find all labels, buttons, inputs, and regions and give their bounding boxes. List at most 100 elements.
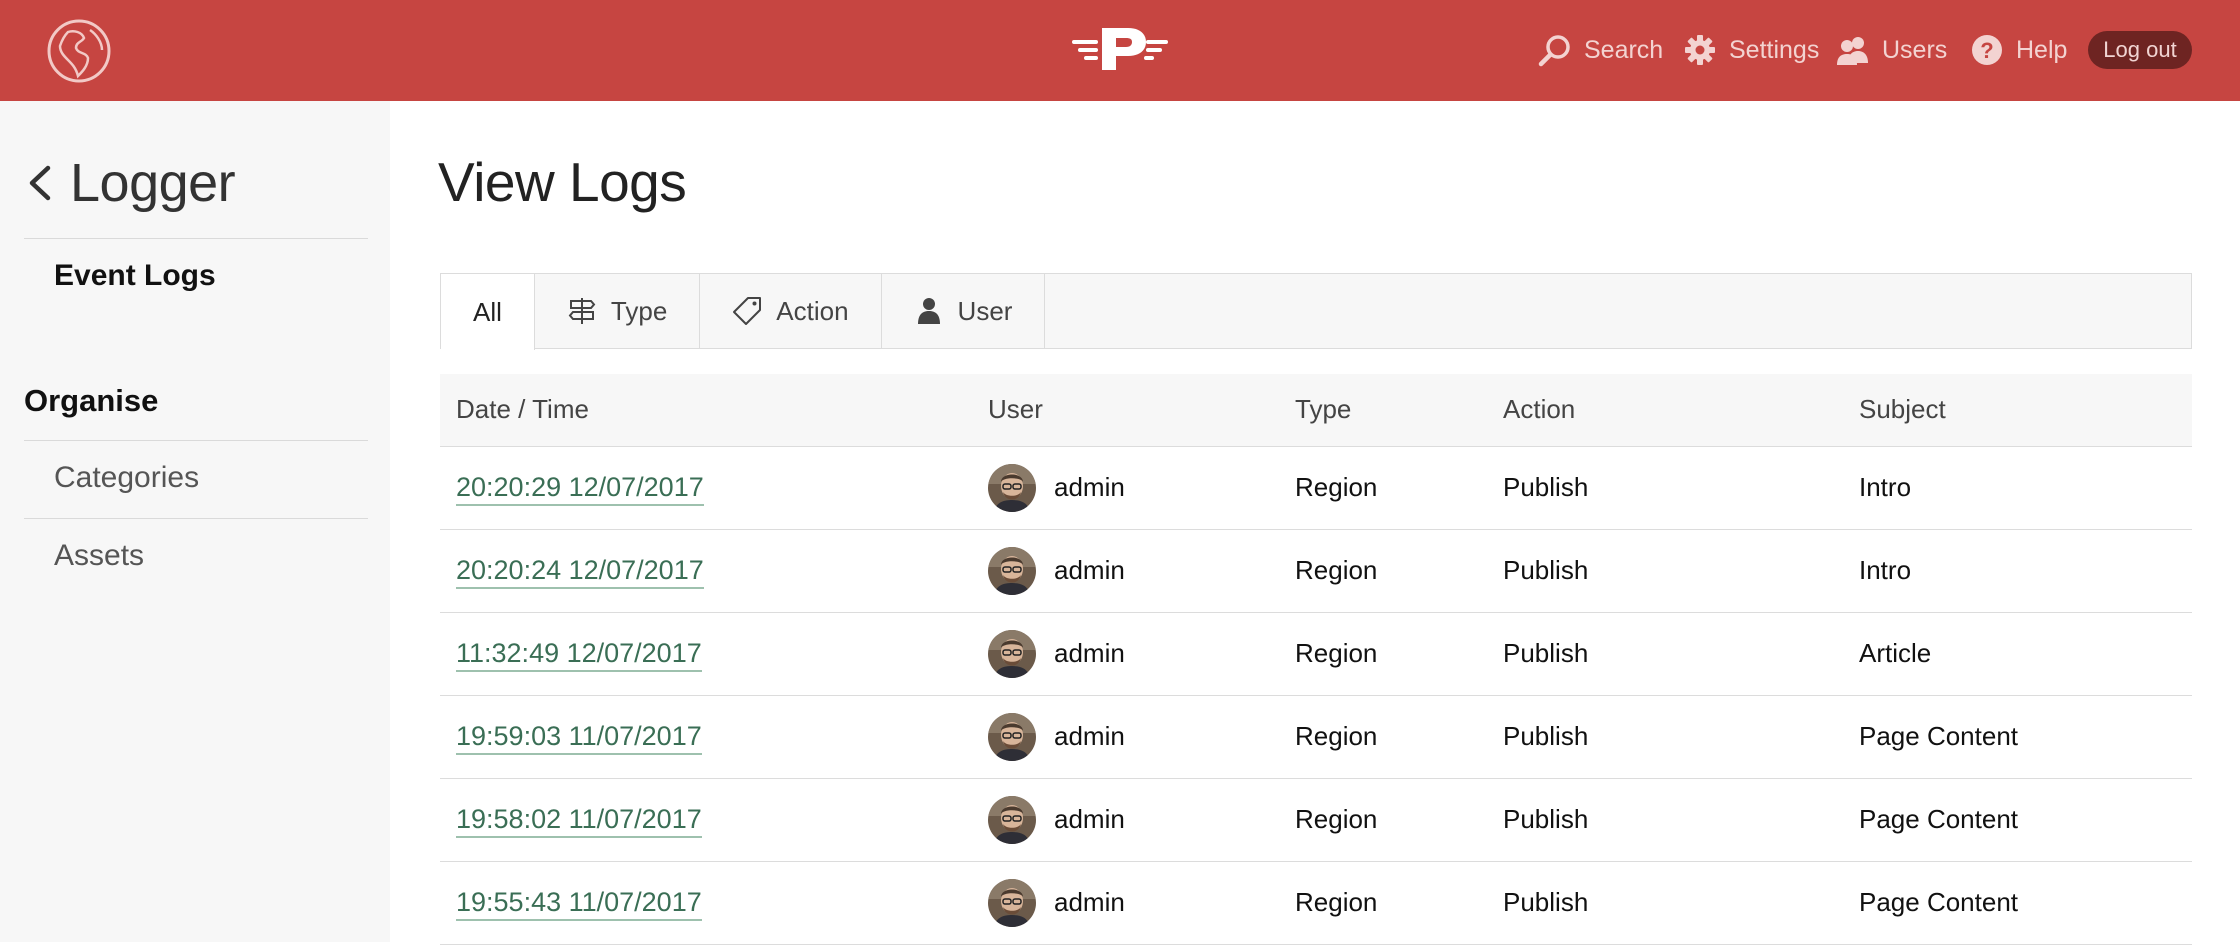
tab-type[interactable]: Type: [535, 274, 701, 348]
search-icon: [1538, 35, 1570, 67]
cell-action: Publish: [1487, 695, 1843, 779]
sidebar: Logger Event Logs Organise Categories As…: [0, 101, 390, 942]
globe-icon[interactable]: [46, 18, 112, 84]
sidebar-section-title: Organise: [24, 383, 159, 418]
user-name: admin: [1054, 555, 1125, 585]
tab-action[interactable]: Action: [700, 274, 882, 348]
cell-subject: Intro: [1843, 529, 2192, 613]
cell-user: admin: [972, 861, 1279, 945]
nav-settings[interactable]: Settings: [1683, 28, 1819, 72]
log-entry-link[interactable]: 11:32:49 12/07/2017: [456, 638, 702, 672]
tab-user-label: User: [957, 295, 1013, 326]
log-entry-link[interactable]: 20:20:29 12/07/2017: [456, 472, 704, 506]
cell-type: Region: [1279, 446, 1487, 530]
user-info: admin: [988, 712, 1279, 761]
user-name: admin: [1054, 638, 1125, 668]
sidebar-item-categories[interactable]: Categories: [54, 461, 199, 495]
cell-user: admin: [972, 612, 1279, 696]
tab-type-label: Type: [610, 295, 668, 326]
nav-help[interactable]: ? Help: [1970, 28, 2067, 72]
cell-type: Region: [1279, 612, 1487, 696]
cell-type: Region: [1279, 529, 1487, 613]
log-entry-link[interactable]: 19:55:43 11/07/2017: [456, 887, 702, 921]
sidebar-item-event-logs[interactable]: Event Logs: [54, 259, 216, 293]
log-entry-link[interactable]: 20:20:24 12/07/2017: [456, 555, 704, 589]
svg-text:?: ?: [1980, 38, 1993, 63]
table-row: 19:58:02 11/07/2017 admin Region Publish…: [440, 778, 2192, 862]
gear-icon: [1685, 35, 1715, 65]
column-header-action: Action: [1487, 374, 1843, 447]
user-name: admin: [1054, 887, 1125, 917]
table-row: 11:32:49 12/07/2017 admin Region Publish…: [440, 612, 2192, 696]
brand-logo-icon[interactable]: [1070, 20, 1170, 76]
cell-datetime: 19:59:03 11/07/2017: [440, 695, 972, 779]
user-name: admin: [1054, 721, 1125, 751]
chevron-left-icon: [29, 165, 51, 201]
cell-user: admin: [972, 695, 1279, 779]
filter-tabs: All Type Action User: [440, 273, 2192, 350]
cell-subject: Page Content: [1843, 695, 2192, 779]
avatar: [988, 463, 1036, 512]
cell-user: admin: [972, 446, 1279, 530]
tag-icon: [733, 297, 762, 325]
cell-action: Publish: [1487, 612, 1843, 696]
avatar: [988, 629, 1036, 678]
nav-search-label: Search: [1584, 35, 1664, 64]
page-title: View Logs: [438, 151, 687, 213]
cell-action: Publish: [1487, 778, 1843, 862]
column-header-user: User: [972, 374, 1279, 447]
user-info: admin: [988, 629, 1279, 678]
cell-user: admin: [972, 529, 1279, 613]
cell-datetime: 20:20:29 12/07/2017: [440, 446, 972, 530]
user-name: admin: [1054, 472, 1125, 502]
sidebar-title: Logger: [70, 153, 236, 213]
user-name: admin: [1054, 804, 1125, 834]
cell-action: Publish: [1487, 861, 1843, 945]
avatar: [988, 878, 1036, 927]
tab-user[interactable]: User: [882, 274, 1046, 348]
cell-datetime: 11:32:49 12/07/2017: [440, 612, 972, 696]
table-header-row: Date / Time User Type Action Subject: [440, 374, 2192, 447]
column-header-subject: Subject: [1843, 374, 2192, 447]
log-entry-link[interactable]: 19:59:03 11/07/2017: [456, 721, 702, 755]
cell-datetime: 19:55:43 11/07/2017: [440, 861, 972, 945]
log-entry-link[interactable]: 19:58:02 11/07/2017: [456, 804, 702, 838]
nav-users-label: Users: [1882, 35, 1948, 64]
column-header-type: Type: [1279, 374, 1487, 447]
cell-action: Publish: [1487, 529, 1843, 613]
user-info: admin: [988, 795, 1279, 844]
cell-action: Publish: [1487, 446, 1843, 530]
nav-search[interactable]: Search: [1538, 28, 1663, 72]
avatar: [988, 795, 1036, 844]
avatar: [988, 712, 1036, 761]
cell-user: admin: [972, 778, 1279, 862]
back-link[interactable]: Logger: [24, 152, 236, 214]
divider: [24, 518, 368, 519]
table-row: 19:55:43 11/07/2017 admin Region Publish…: [440, 861, 2192, 945]
avatar: [988, 546, 1036, 595]
cell-datetime: 20:20:24 12/07/2017: [440, 529, 972, 613]
nav-help-label: Help: [2016, 35, 2068, 64]
cell-subject: Page Content: [1843, 861, 2192, 945]
divider: [24, 440, 368, 441]
cell-type: Region: [1279, 861, 1487, 945]
logs-table: Date / Time User Type Action Subject 20:…: [440, 374, 2192, 945]
tab-action-label: Action: [776, 295, 849, 326]
cell-subject: Intro: [1843, 446, 2192, 530]
divider: [24, 238, 368, 239]
person-icon: [917, 298, 940, 324]
logout-button[interactable]: Log out: [2088, 31, 2192, 69]
top-bar: Search Settings Users ? Help Log out: [0, 0, 2240, 101]
sidebar-item-assets[interactable]: Assets: [54, 539, 144, 573]
table-row: 20:20:29 12/07/2017 admin Region Publish…: [440, 446, 2192, 530]
table-row: 20:20:24 12/07/2017 admin Region Publish…: [440, 529, 2192, 613]
help-icon: ?: [1972, 35, 2002, 65]
cell-subject: Article: [1843, 612, 2192, 696]
nav-users[interactable]: Users: [1836, 28, 1947, 72]
nav-settings-label: Settings: [1729, 35, 1820, 64]
user-info: admin: [988, 878, 1279, 927]
user-info: admin: [988, 463, 1279, 512]
users-icon: [1837, 37, 1868, 65]
column-header-datetime: Date / Time: [440, 374, 972, 447]
tab-all[interactable]: All: [441, 274, 535, 350]
